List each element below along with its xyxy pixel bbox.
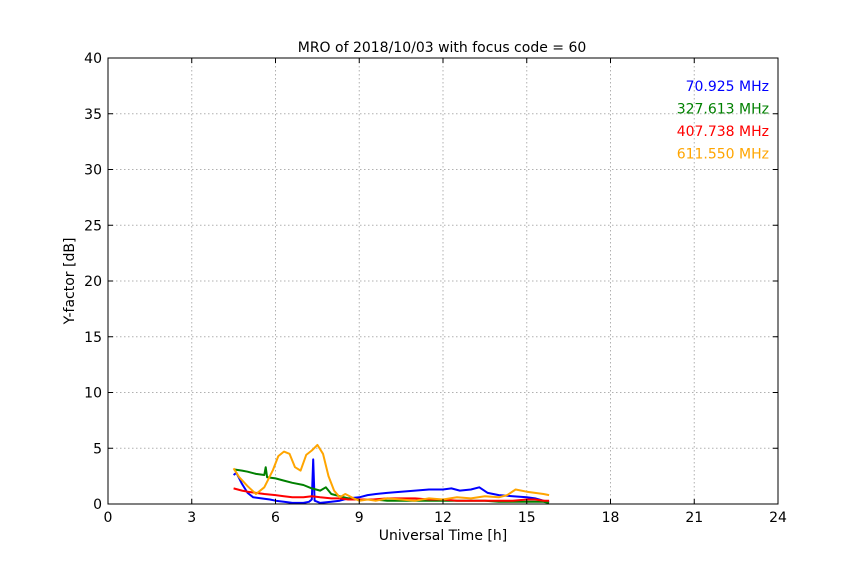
chart-canvas: MRO of 2018/10/03 with focus code = 60 0…	[62, 40, 787, 544]
y-tick-label: 5	[93, 441, 102, 457]
legend-entry: 611.550 MHz	[677, 147, 769, 163]
y-tick-label: 40	[84, 51, 102, 67]
y-tick-label: 10	[84, 386, 102, 402]
x-tick-label: 6	[271, 510, 280, 526]
legend-entry: 70.925 MHz	[686, 79, 769, 95]
y-tick-label: 35	[84, 107, 102, 123]
y-axis-label: Y-factor [dB]	[62, 238, 78, 326]
legend-entry: 407.738 MHz	[677, 124, 769, 140]
x-tick-label: 15	[518, 510, 536, 526]
y-tick-label: 30	[84, 163, 102, 179]
x-tick-label: 3	[187, 510, 196, 526]
y-tick-label: 0	[93, 497, 102, 513]
chart-title: MRO of 2018/10/03 with focus code = 60	[298, 40, 587, 56]
y-tick-label: 25	[84, 218, 102, 234]
y-tick-label: 15	[84, 330, 102, 346]
x-tick-label: 24	[769, 510, 787, 526]
axis-ticks: 0 3 6 9 12 15 18 21 24 0 5 10 15 20 25 30 35 40	[84, 51, 787, 526]
x-tick-label: 21	[685, 510, 703, 526]
x-tick-label: 12	[434, 510, 452, 526]
x-tick-label: 18	[602, 510, 620, 526]
x-axis-label: Universal Time [h]	[379, 528, 507, 544]
x-tick-label: 9	[355, 510, 364, 526]
series-lines	[232, 443, 550, 504]
y-tick-label: 20	[84, 274, 102, 290]
x-tick-label: 0	[104, 510, 113, 526]
legend-entry: 327.613 MHz	[677, 102, 769, 118]
legend: 70.925 MHz 327.613 MHz 407.738 MHz 611.550 …	[677, 79, 769, 163]
